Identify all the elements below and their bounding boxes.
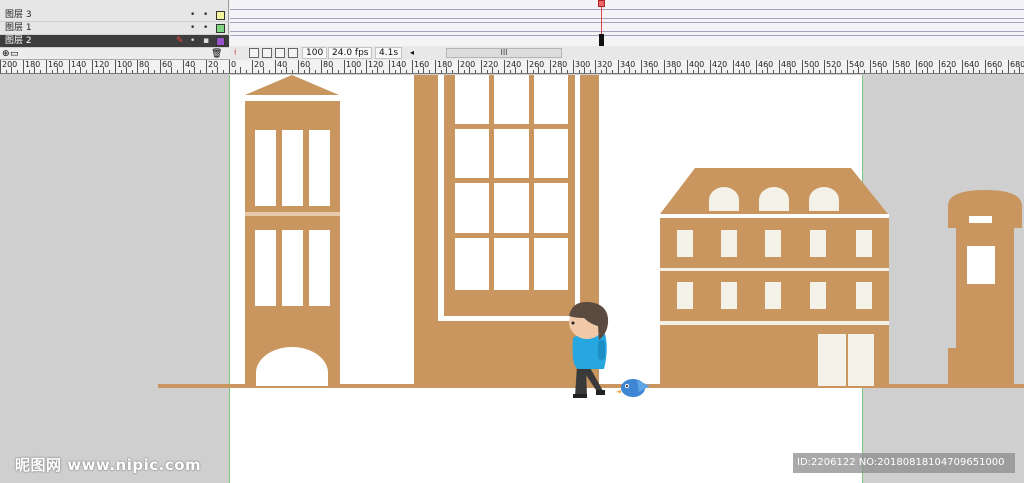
nipic-watermark: 昵图网 www.nipic.com	[15, 456, 202, 474]
scene-artwork	[158, 75, 1024, 398]
flash-editor-window: 图层 3 • • 图层 1 • • 图层 2 ✎ • ▪ ⊕ ▭ 🗑 ⍿ 100…	[0, 0, 1024, 483]
townhouse-building[interactable]	[660, 168, 889, 386]
blue-bird[interactable]	[616, 379, 650, 397]
image-id-watermark: ID:2206122 NO:20180818104709651000	[793, 453, 1015, 473]
tall-window-building[interactable]	[414, 75, 599, 386]
tower-building[interactable]	[245, 75, 340, 386]
mailbox-tower[interactable]	[948, 190, 1022, 386]
